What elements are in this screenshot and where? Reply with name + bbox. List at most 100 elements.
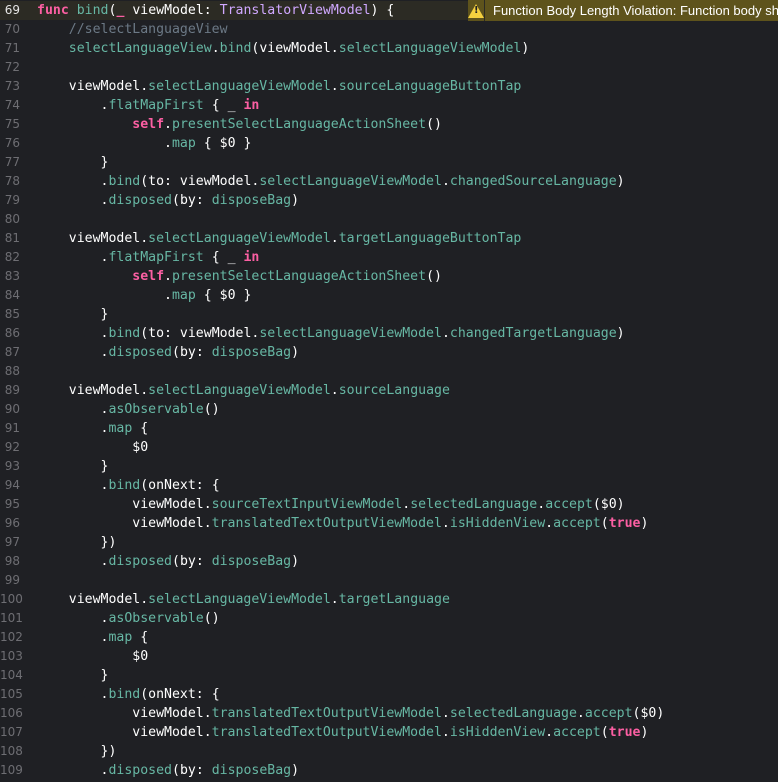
code-token: .	[37, 554, 109, 569]
code-token: ($0)	[632, 706, 665, 721]
code-line[interactable]: 80	[0, 210, 778, 229]
code-line[interactable]: 86 .bind(to: viewModel.selectLanguageVie…	[0, 324, 778, 343]
code-line[interactable]: 104 }	[0, 666, 778, 685]
code-line[interactable]: 79 .disposed(by: disposeBag)	[0, 191, 778, 210]
code-token: .	[576, 706, 585, 721]
code-line[interactable]: 72	[0, 58, 778, 77]
code-token: $0	[37, 440, 149, 455]
code-line[interactable]: 95 viewModel.sourceTextInputViewModel.se…	[0, 495, 778, 514]
code-line[interactable]: 96 viewModel.translatedTextOutputViewMod…	[0, 514, 778, 533]
code-token: disposed	[108, 345, 172, 360]
code-token: .	[37, 174, 109, 189]
code-token: .	[37, 630, 109, 645]
warning-icon-box[interactable]	[468, 0, 485, 21]
code-token: .	[330, 592, 339, 607]
code-token: (by:	[172, 554, 212, 569]
code-token: .	[330, 383, 339, 398]
code-token: selectLanguageViewModel	[259, 326, 442, 341]
code-line[interactable]: 78 .bind(to: viewModel.selectLanguageVie…	[0, 172, 778, 191]
code-line[interactable]: 84 .map { $0 }	[0, 286, 778, 305]
code-token: sourceLanguageButtonTap	[338, 79, 522, 94]
code-line[interactable]: 107 viewModel.translatedTextOutputViewMo…	[0, 723, 778, 742]
code-line[interactable]: 94 .bind(onNext: {	[0, 476, 778, 495]
code-token: )	[291, 554, 300, 569]
code-text: }	[37, 666, 109, 685]
code-token: accept	[545, 497, 593, 512]
code-line[interactable]: 98 .disposed(by: disposeBag)	[0, 552, 778, 571]
code-line[interactable]: 105 .bind(onNext: {	[0, 685, 778, 704]
line-number: 85	[4, 307, 20, 321]
code-text: .map { $0 }	[37, 134, 251, 153]
code-token: selectedLanguage	[410, 497, 538, 512]
code-line[interactable]: 90 .asObservable()	[0, 400, 778, 419]
line-number: 94	[4, 478, 20, 492]
code-line[interactable]: 71 selectLanguageView.bind(viewModel.sel…	[0, 39, 778, 58]
code-line[interactable]: 87 .disposed(by: disposeBag)	[0, 343, 778, 362]
warning-banner[interactable]: Function Body Length Violation: Function…	[468, 0, 778, 21]
code-line[interactable]: 74 .flatMapFirst { _ in	[0, 96, 778, 115]
line-number: 89	[4, 383, 20, 397]
code-line[interactable]: 106 viewModel.translatedTextOutputViewMo…	[0, 704, 778, 723]
code-line[interactable]: 85 }	[0, 305, 778, 324]
code-token: selectLanguageViewModel	[148, 79, 331, 94]
code-line[interactable]: 108 })	[0, 742, 778, 761]
code-token: .	[37, 611, 109, 626]
code-line[interactable]: 75 self.presentSelectLanguageActionSheet…	[0, 115, 778, 134]
code-line[interactable]: 102 .map {	[0, 628, 778, 647]
code-line[interactable]: 70 //selectLanguageView	[0, 20, 778, 39]
code-token: accept	[553, 516, 601, 531]
code-text: viewModel.selectLanguageViewModel.source…	[37, 77, 522, 96]
code-line[interactable]: 91 .map {	[0, 419, 778, 438]
code-line[interactable]: 103 $0	[0, 647, 778, 666]
code-token: ()	[426, 269, 442, 284]
code-text: viewModel.selectLanguageViewModel.target…	[37, 590, 450, 609]
code-line[interactable]: 101 .asObservable()	[0, 609, 778, 628]
code-token: func	[37, 3, 69, 18]
line-number: 96	[4, 516, 20, 530]
code-token: { _	[203, 250, 244, 265]
code-text: $0	[37, 438, 148, 457]
line-number: 74	[4, 98, 20, 112]
code-token: (to: viewModel.	[140, 326, 260, 341]
code-line[interactable]: 83 self.presentSelectLanguageActionSheet…	[0, 267, 778, 286]
code-line[interactable]: 97 })	[0, 533, 778, 552]
code-line[interactable]: 73 viewModel.selectLanguageViewModel.sou…	[0, 77, 778, 96]
code-text: self.presentSelectLanguageActionSheet()	[37, 267, 442, 286]
code-text: }	[37, 305, 109, 324]
code-token: .	[402, 497, 411, 512]
code-line[interactable]: 88	[0, 362, 778, 381]
code-token: (by:	[172, 345, 212, 360]
code-text: .disposed(by: disposeBag)	[37, 191, 300, 210]
code-line[interactable]: 109 .disposed(by: disposeBag)	[0, 761, 778, 780]
code-line[interactable]: 100 viewModel.selectLanguageViewModel.ta…	[0, 590, 778, 609]
code-token: translatedTextOutputViewModel	[211, 516, 442, 531]
code-token: ()	[426, 117, 442, 132]
line-number: 73	[4, 79, 20, 93]
code-token: map	[171, 136, 196, 151]
code-token: flatMapFirst	[108, 98, 204, 113]
line-number: 105	[0, 687, 23, 701]
code-text: viewModel.sourceTextInputViewModel.selec…	[37, 495, 624, 514]
code-line[interactable]: 81 viewModel.selectLanguageViewModel.tar…	[0, 229, 778, 248]
line-number: 84	[4, 288, 20, 302]
code-text: viewModel.selectLanguageViewModel.source…	[37, 381, 450, 400]
code-line[interactable]: 89 viewModel.selectLanguageViewModel.sou…	[0, 381, 778, 400]
code-token: }	[37, 459, 109, 474]
code-line[interactable]: 99	[0, 571, 778, 590]
code-token: selectLanguageView	[68, 41, 212, 56]
code-token: sourceTextInputViewModel	[211, 497, 403, 512]
code-line[interactable]: 77 }	[0, 153, 778, 172]
line-number: 69	[4, 3, 20, 17]
code-line[interactable]: 82 .flatMapFirst { _ in	[0, 248, 778, 267]
code-line[interactable]: 92 $0	[0, 438, 778, 457]
code-token: $0	[37, 649, 149, 664]
code-token: )	[291, 193, 300, 208]
code-token: accept	[553, 725, 601, 740]
code-line[interactable]: 76 .map { $0 }	[0, 134, 778, 153]
code-editor[interactable]: 69 func bind(_ viewModel: TranslatorViewM…	[0, 0, 778, 782]
code-token: .	[37, 288, 172, 303]
code-token: .	[37, 98, 109, 113]
line-number: 109	[0, 763, 23, 777]
code-line[interactable]: 93 }	[0, 457, 778, 476]
